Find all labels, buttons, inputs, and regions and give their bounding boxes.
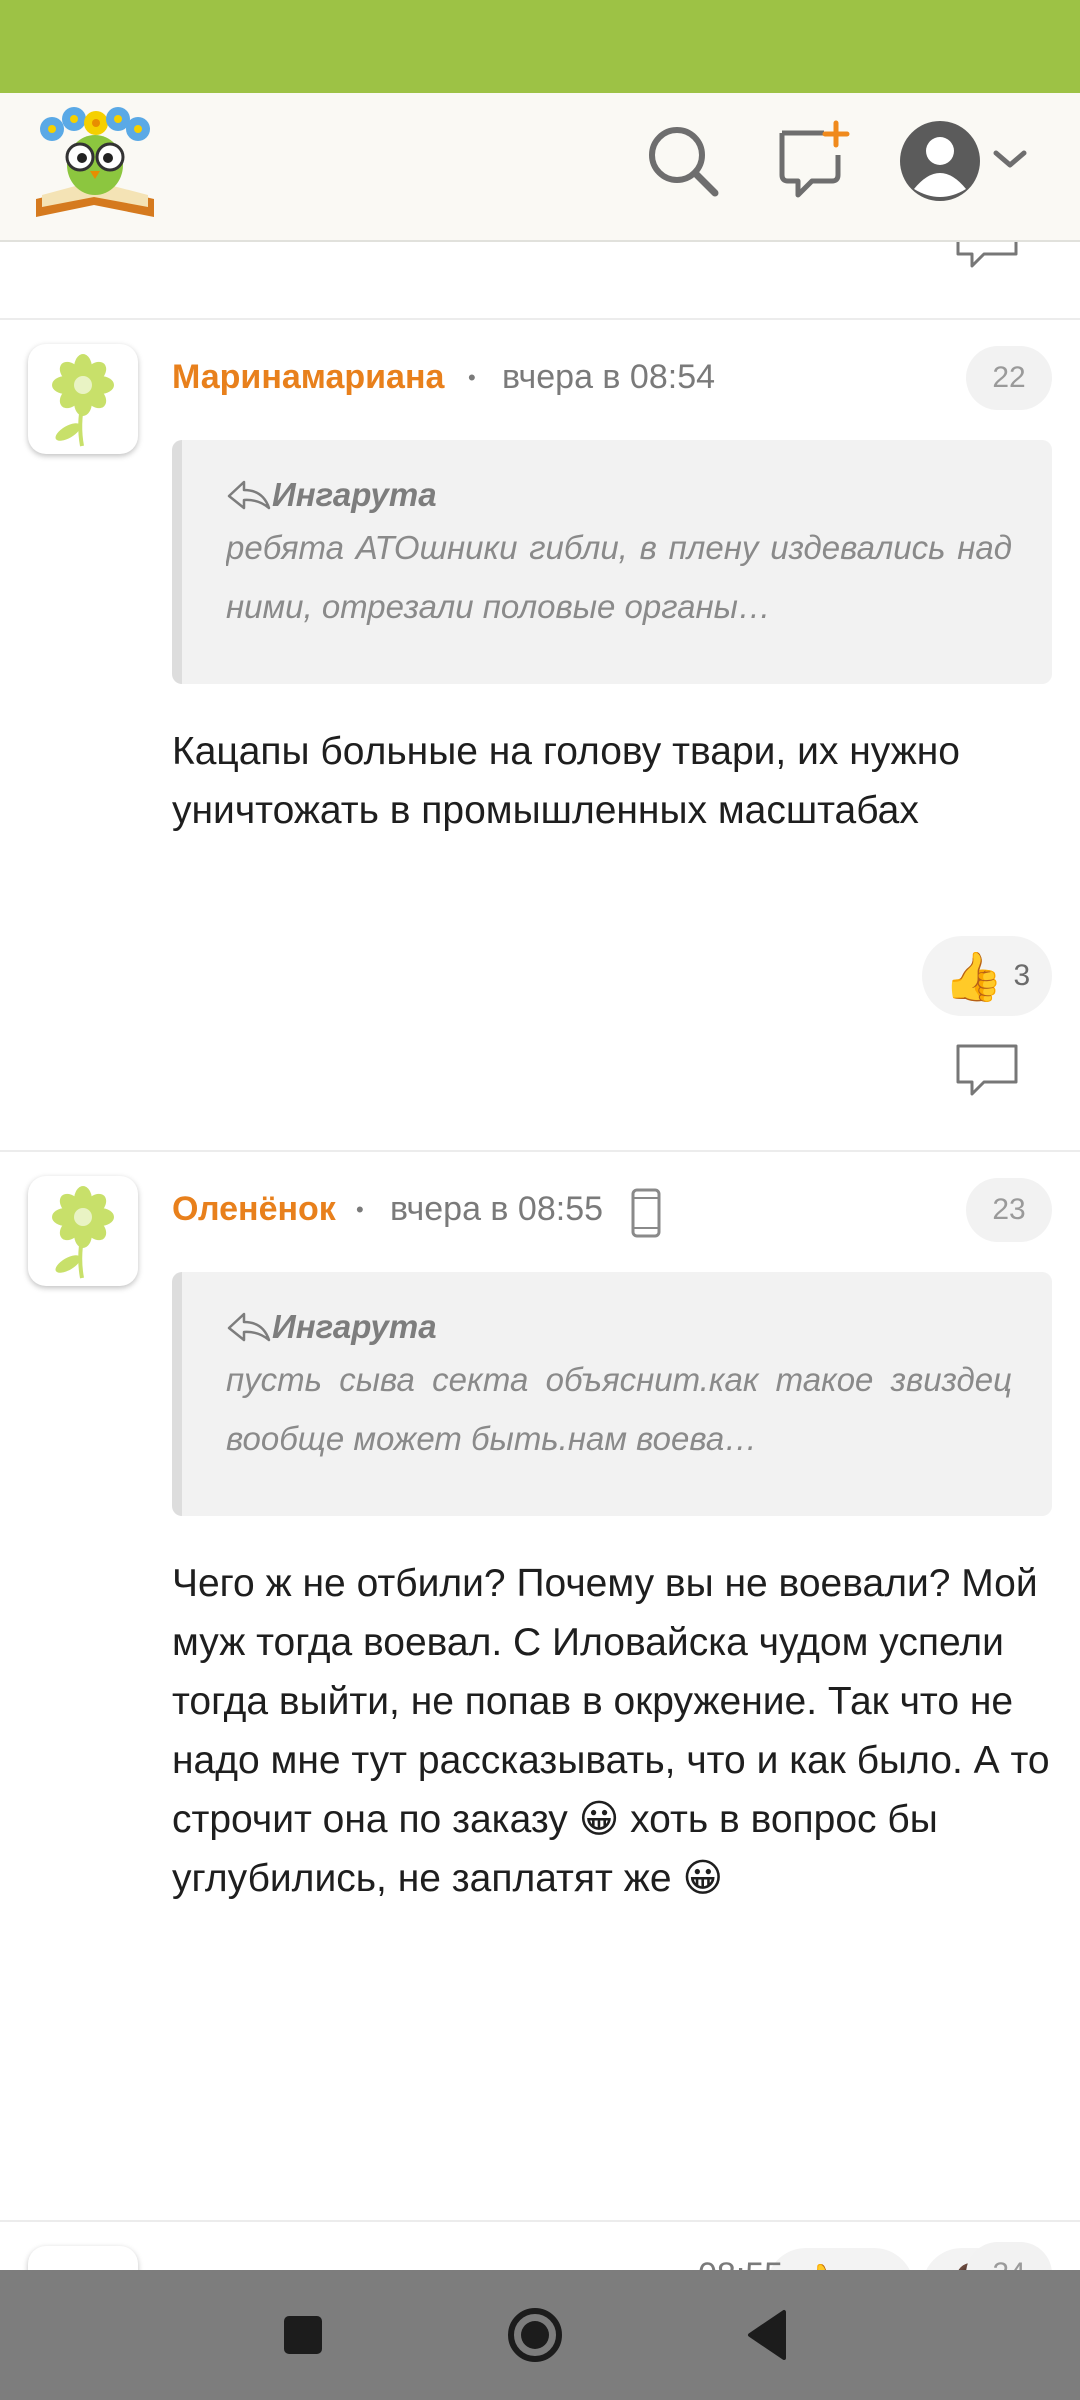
recents-button[interactable] bbox=[266, 2298, 340, 2372]
quote-author: Ингарута bbox=[272, 1308, 437, 1345]
comment-author[interactable]: Оленёнок bbox=[172, 1190, 336, 1229]
reaction-like[interactable]: 👍 12 bbox=[766, 2248, 914, 2270]
comment-time: 08:55 bbox=[698, 2256, 783, 2270]
thumbs-up-icon: 👍 bbox=[943, 950, 1004, 1004]
quote-block[interactable]: Ингарута пусть сыва секта объяснит.как т… bbox=[172, 1272, 1052, 1516]
reply-arrow-icon bbox=[227, 480, 271, 510]
navigation-bar bbox=[0, 2270, 1080, 2400]
quote-text: ребята АТОшники гибли, в плену издевалис… bbox=[226, 529, 1012, 625]
comment-text: Кацапы больные на голову твари, их нужно… bbox=[172, 730, 960, 832]
flower-icon bbox=[52, 1186, 114, 1279]
meta-separator: • bbox=[468, 365, 476, 390]
reaction-count: 3 bbox=[1013, 959, 1031, 992]
quote-block[interactable]: Ингарута ребята АТОшники гибли, в плену … bbox=[172, 440, 1052, 684]
comment-number[interactable]: 24 bbox=[966, 2242, 1052, 2270]
chevron-down-icon[interactable] bbox=[990, 119, 1030, 203]
phone-icon bbox=[631, 1188, 661, 1238]
meta-separator: • bbox=[356, 1197, 364, 1222]
top-bar bbox=[0, 93, 1080, 242]
reaction-like[interactable]: 👍 3 bbox=[922, 936, 1052, 1016]
reply-arrow-icon bbox=[227, 1312, 271, 1342]
home-button[interactable] bbox=[498, 2298, 572, 2372]
avatar-icon[interactable] bbox=[898, 119, 982, 203]
quote-author-row: Ингарута bbox=[226, 1308, 1012, 1346]
comment-time: вчера в 08:55 bbox=[390, 1190, 604, 1228]
quote-text: пусть сыва секта объяснит.как такое звиз… bbox=[226, 1361, 1012, 1457]
divider bbox=[0, 318, 1080, 320]
comment-number[interactable]: 22 bbox=[966, 346, 1052, 410]
avatar[interactable] bbox=[28, 344, 138, 454]
quote-author: Ингарута bbox=[272, 476, 437, 513]
search-icon[interactable] bbox=[641, 119, 725, 203]
back-button[interactable] bbox=[732, 2298, 806, 2372]
quote-author-row: Ингарута bbox=[226, 476, 1012, 514]
new-message-icon[interactable] bbox=[772, 119, 856, 203]
thumbs-up-icon: 👍 bbox=[788, 2260, 848, 2271]
flower-icon bbox=[52, 354, 114, 447]
comments-list: Маринамариана • вчера в 08:54 22 Ингарут… bbox=[0, 240, 1080, 2270]
avatar[interactable] bbox=[28, 1176, 138, 1286]
avatar[interactable] bbox=[28, 2246, 138, 2270]
comment-author[interactable]: Маринамариана bbox=[172, 358, 444, 397]
comment-number[interactable]: 23 bbox=[966, 1178, 1052, 1242]
comment-time: вчера в 08:54 bbox=[502, 358, 716, 396]
reply-icon[interactable] bbox=[954, 240, 1020, 270]
comment-text: Чего ж не отбили? Почему вы не воевали? … bbox=[172, 1562, 1050, 1900]
status-bar bbox=[0, 0, 1080, 93]
reply-icon[interactable] bbox=[954, 1042, 1020, 1098]
divider bbox=[0, 2220, 1080, 2222]
divider bbox=[0, 1150, 1080, 1152]
owl-books-logo[interactable] bbox=[30, 107, 160, 225]
